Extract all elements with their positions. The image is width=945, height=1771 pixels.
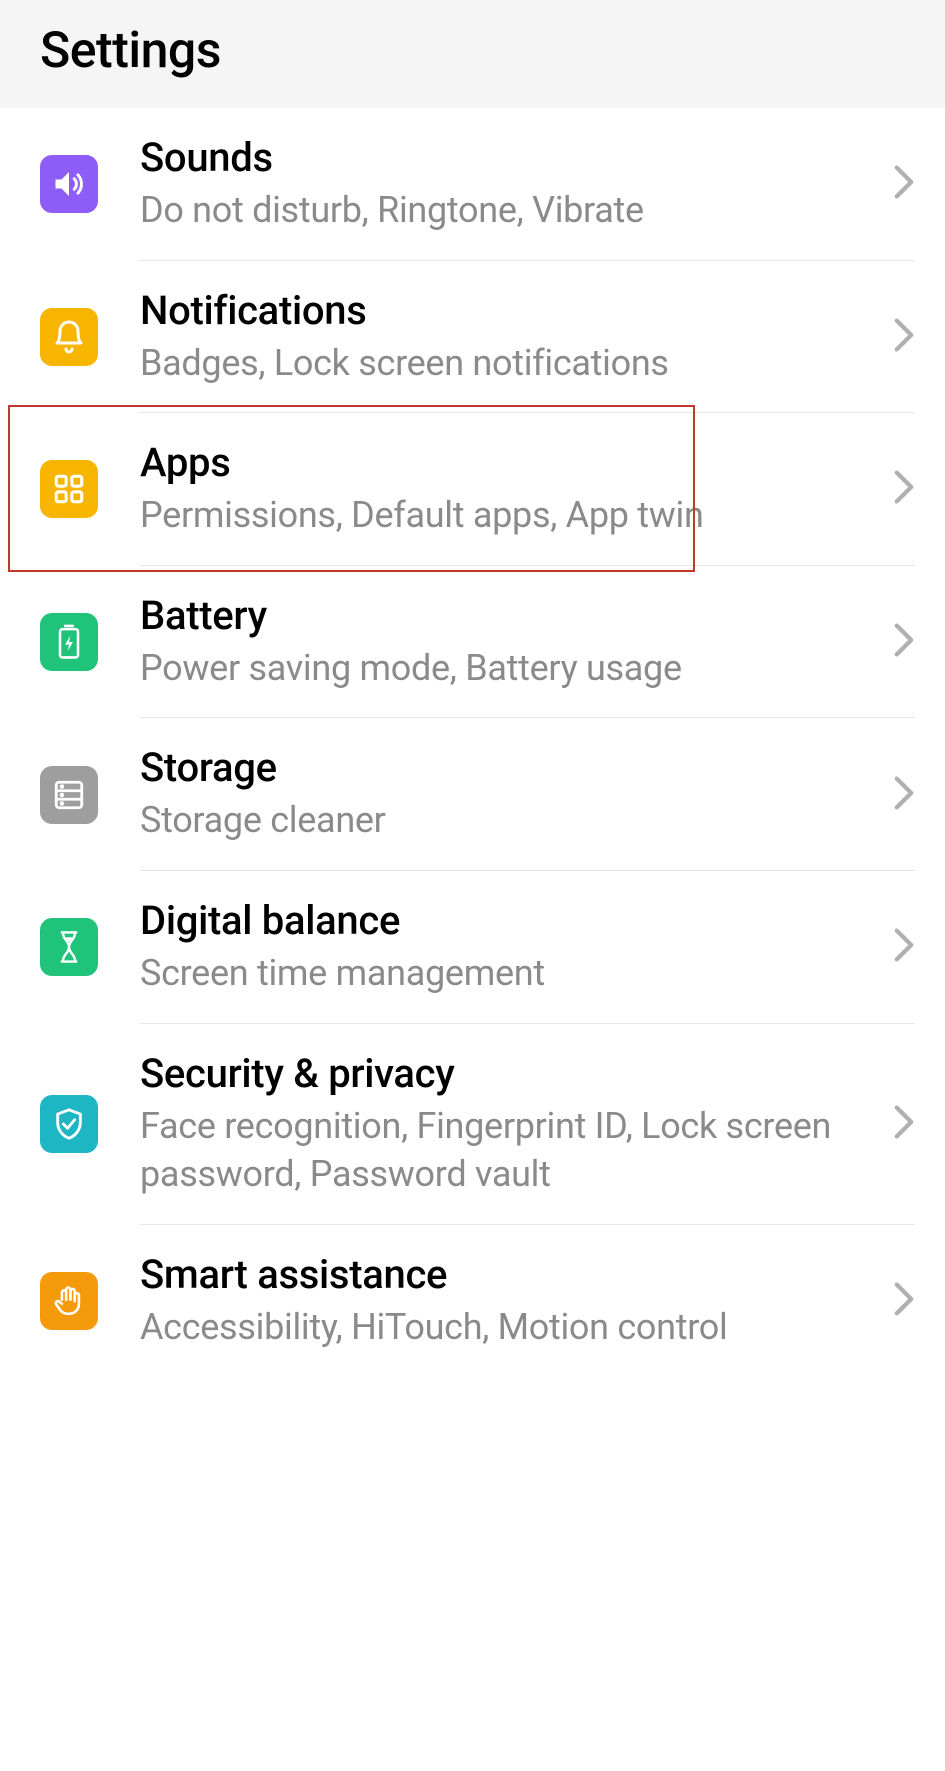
chevron-right-icon (893, 927, 915, 967)
chevron-right-icon (893, 469, 915, 509)
settings-item-text: StorageStorage cleaner (140, 744, 879, 845)
battery-icon (40, 613, 98, 671)
settings-item-subtitle: Badges, Lock screen notifications (140, 339, 879, 388)
settings-item-text: SoundsDo not disturb, Ringtone, Vibrate (140, 134, 879, 235)
chevron-right-icon (893, 164, 915, 204)
settings-item-subtitle: Face recognition, Fingerprint ID, Lock s… (140, 1102, 879, 1199)
settings-item-text: Digital balanceScreen time management (140, 897, 879, 998)
settings-item-security-privacy[interactable]: Security & privacyFace recognition, Fing… (0, 1024, 945, 1225)
header: Settings (0, 0, 945, 108)
chevron-right-icon (893, 1281, 915, 1321)
settings-item-subtitle: Power saving mode, Battery usage (140, 644, 879, 693)
storage-icon (40, 766, 98, 824)
settings-item-title: Apps (140, 439, 879, 487)
settings-item-text: Smart assistanceAccessibility, HiTouch, … (140, 1251, 879, 1352)
settings-item-title: Smart assistance (140, 1251, 879, 1299)
settings-item-subtitle: Permissions, Default apps, App twin (140, 491, 879, 540)
speaker-icon (40, 155, 98, 213)
settings-item-text: Security & privacyFace recognition, Fing… (140, 1050, 879, 1199)
page-title: Settings (40, 22, 905, 80)
settings-item-digital-balance[interactable]: Digital balanceScreen time management (0, 871, 945, 1024)
chevron-right-icon (893, 775, 915, 815)
settings-list: SoundsDo not disturb, Ringtone, Vibrate N… (0, 108, 945, 1377)
settings-item-notifications[interactable]: NotificationsBadges, Lock screen notific… (0, 261, 945, 414)
settings-item-subtitle: Storage cleaner (140, 796, 879, 845)
settings-item-subtitle: Accessibility, HiTouch, Motion control (140, 1303, 879, 1352)
settings-item-title: Sounds (140, 134, 879, 182)
hand-icon (40, 1272, 98, 1330)
settings-item-title: Digital balance (140, 897, 879, 945)
settings-item-smart-assistance[interactable]: Smart assistanceAccessibility, HiTouch, … (0, 1225, 945, 1378)
settings-item-battery[interactable]: BatteryPower saving mode, Battery usage (0, 566, 945, 719)
settings-item-title: Security & privacy (140, 1050, 879, 1098)
chevron-right-icon (893, 1104, 915, 1144)
shield-icon (40, 1095, 98, 1153)
bell-icon (40, 308, 98, 366)
settings-item-title: Notifications (140, 287, 879, 335)
settings-item-title: Battery (140, 592, 879, 640)
chevron-right-icon (893, 622, 915, 662)
settings-item-title: Storage (140, 744, 879, 792)
settings-item-text: AppsPermissions, Default apps, App twin (140, 439, 879, 540)
settings-item-text: BatteryPower saving mode, Battery usage (140, 592, 879, 693)
settings-item-subtitle: Do not disturb, Ringtone, Vibrate (140, 186, 879, 235)
hourglass-icon (40, 918, 98, 976)
grid-icon (40, 460, 98, 518)
settings-item-storage[interactable]: StorageStorage cleaner (0, 718, 945, 871)
settings-item-subtitle: Screen time management (140, 949, 879, 998)
settings-item-sounds[interactable]: SoundsDo not disturb, Ringtone, Vibrate (0, 108, 945, 261)
chevron-right-icon (893, 317, 915, 357)
settings-item-apps[interactable]: AppsPermissions, Default apps, App twin (0, 413, 945, 566)
settings-item-text: NotificationsBadges, Lock screen notific… (140, 287, 879, 388)
